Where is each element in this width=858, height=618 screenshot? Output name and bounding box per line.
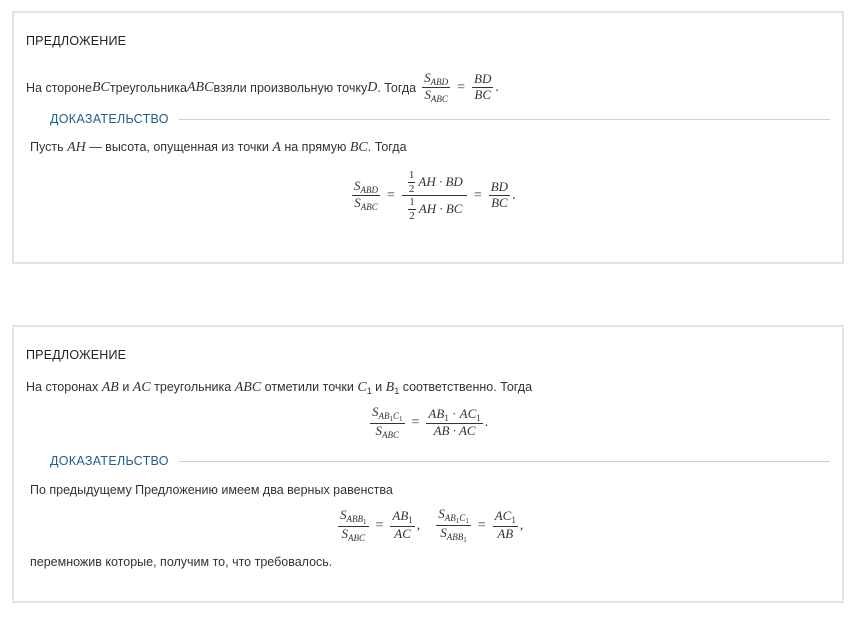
display-formula: SAB1C1 SABC = AB1 · AC1 AB · AC .: [370, 404, 489, 441]
fraction-1: SABB1 SABC: [338, 506, 369, 543]
fraction-3: SAB1C1 SABB1: [436, 506, 471, 545]
proof-header[interactable]: ДОКАЗАТЕЛЬСТВО: [50, 111, 830, 127]
fraction-4: AC1 AB: [492, 508, 518, 541]
display-formula-pair: SABB1 SABC = AB1 AC , SAB1C1 SABB1 = AC1…: [338, 506, 524, 545]
proposition-card-1: ПРЕДЛОЖЕНИЕ На стороне BC треугольника A…: [12, 11, 844, 264]
half-product-fraction: 12 AH · BD 12 AH · BC: [401, 169, 467, 223]
fraction-2: AB1 AC: [390, 508, 415, 541]
proof-conclusion: перемножив которые, получим то, что треб…: [30, 555, 333, 569]
proposition-card-2: ПРЕДЛОЖЕНИЕ На сторонах AB и AC треуголь…: [12, 325, 844, 603]
proposition-statement: На сторонах AB и AC треугольника ABC отм…: [26, 380, 533, 396]
lhs-fraction: SAB1C1 SABC: [370, 404, 405, 441]
rhs-fraction: BD BC: [488, 179, 511, 211]
inline-formula: SABD SABC = BD BC .: [422, 70, 499, 105]
display-formula: SABD SABC = 12 AH · BD 12 AH · BC = BD B…: [352, 169, 516, 223]
segment-ratio-fraction: BD BC: [472, 71, 494, 103]
proof-text: По предыдущему Предложению имеем два вер…: [30, 483, 393, 497]
area-ratio-fraction: SABD SABC: [422, 70, 451, 105]
proposition-heading: ПРЕДЛОЖЕНИЕ: [26, 34, 127, 48]
proposition-heading: ПРЕДЛОЖЕНИЕ: [26, 348, 127, 362]
proof-divider: [178, 118, 830, 120]
proof-title[interactable]: ДОКАЗАТЕЛЬСТВО: [50, 454, 169, 468]
proof-header[interactable]: ДОКАЗАТЕЛЬСТВО: [50, 453, 830, 469]
proof-text: Пусть AH — высота, опущенная из точки A …: [30, 140, 407, 155]
proof-divider: [178, 460, 830, 462]
rhs-fraction: AB1 · AC1 AB · AC: [426, 405, 483, 438]
proof-title[interactable]: ДОКАЗАТЕЛЬСТВО: [50, 112, 169, 126]
proposition-statement: На стороне BC треугольника ABC взяли про…: [26, 70, 499, 105]
lhs-fraction: SABD SABC: [352, 177, 380, 213]
